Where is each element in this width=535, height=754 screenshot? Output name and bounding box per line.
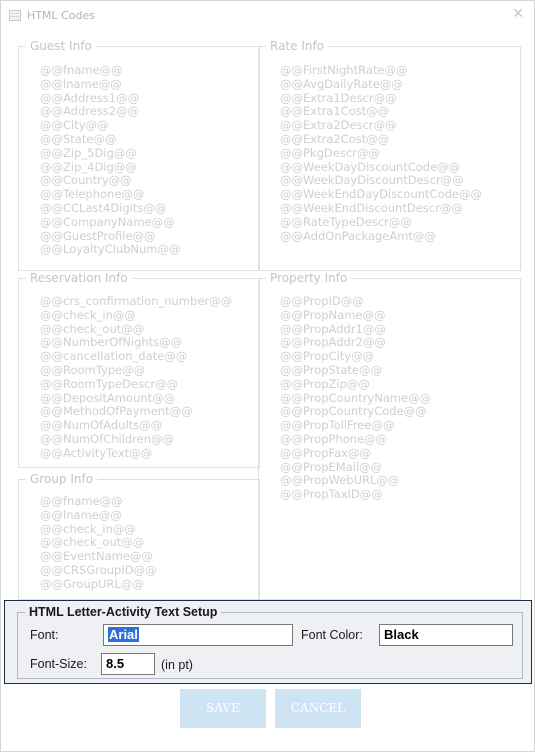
html-code-item: @@PkgDescr@@ (280, 145, 380, 160)
html-code-item: @@PropFax@@ (280, 445, 371, 460)
html-code-item: @@PropAddr1@@ (280, 321, 386, 336)
html-code-item: @@Extra1Descr@@ (280, 90, 397, 105)
html-code-item: @@fname@@ (40, 63, 123, 77)
html-code-item: @@WeekDayDiscountCode@@ (280, 159, 461, 174)
html-code-item: @@PropCity@@ (280, 349, 375, 364)
cancel-button[interactable]: CANCEL (275, 689, 361, 728)
font-size-label: Font-Size: (30, 657, 87, 671)
html-code-item: @@fname@@ (40, 494, 123, 508)
font-color-value: Black (384, 627, 419, 642)
html-code-item: @@PropZip@@ (280, 376, 370, 391)
setup-title: HTML Letter-Activity Text Setup (25, 605, 222, 619)
html-code-item: @@AvgDailyRate@@ (280, 76, 403, 91)
html-code-item: @@Extra2Cost@@ (280, 131, 390, 146)
title-bar: HTML Codes ✕ (1, 1, 534, 31)
guest-info-codes: @@fname@@ @@lname@@ @@Address1@@ @@Address2… (40, 63, 181, 257)
html-code-item: @@Country@@ (40, 173, 132, 188)
html-code-item: @@WeekEndDiscountDescr@@ (280, 200, 463, 215)
rate-info-codes: @@FirstNightRate@@ @@AvgDailyRate@@ @@Extr… (280, 63, 482, 243)
reservation-info-legend: Reservation Info (26, 271, 132, 286)
html-code-item: @@GuestProfile@@ (40, 228, 156, 243)
html-code-item: @@Telephone@@ (40, 187, 145, 202)
font-size-value: 8.5 (106, 656, 125, 671)
html-code-item: @@LoyaltyClubNum@@ (40, 242, 181, 257)
html-code-item: @@DepositAmount@@ (40, 390, 176, 405)
group-info-codes: @@fname@@ @@lname@@ @@check_in@@ @@check_ou… (40, 494, 157, 592)
html-code-item: @@lname@@ (40, 76, 122, 91)
html-code-item: @@WeekDayDiscountDescr@@ (280, 173, 464, 188)
html-code-item: @@Zip_4Dig@@ (40, 159, 137, 174)
font-value: Arial (108, 627, 139, 642)
html-code-item: @@NumOfAdults@@ (40, 418, 163, 433)
window-title: HTML Codes (27, 9, 95, 22)
html-code-item: @@Zip_5Dig@@ (40, 145, 137, 160)
html-code-item: @@cancellation_date@@ (40, 349, 188, 364)
html-code-item: @@WeekEndDayDiscountCode@@ (280, 187, 482, 202)
html-code-item: @@City@@ (40, 118, 109, 133)
save-button[interactable]: SAVE (180, 689, 266, 728)
html-code-item: @@EventName@@ (40, 549, 153, 564)
html-code-item: @@Address1@@ (40, 90, 140, 105)
property-info-codes: @@PropID@@ @@PropName@@ @@PropAddr1@@ @@Pro… (280, 294, 432, 502)
html-code-item: @@check_in@@ (40, 521, 136, 536)
close-icon[interactable]: ✕ (512, 6, 524, 22)
html-code-item: @@PropID@@ (280, 294, 364, 308)
html-code-item: @@PropWebURL@@ (280, 473, 400, 488)
font-color-input[interactable]: Black (379, 624, 513, 646)
html-code-item: @@RoomType@@ (40, 362, 146, 377)
rate-info-legend: Rate Info (266, 39, 329, 54)
app-icon (9, 10, 21, 21)
html-code-item: @@Address2@@ (40, 104, 140, 119)
html-code-item: @@CompanyName@@ (40, 214, 175, 229)
html-code-item: @@PropCountryName@@ (280, 390, 432, 405)
property-info-legend: Property Info (266, 271, 352, 286)
html-code-item: @@AddOnPackageAmt@@ (280, 228, 436, 243)
html-code-item: @@RateTypeDescr@@ (280, 214, 412, 229)
html-code-item: @@PropCountryCode@@ (280, 404, 427, 419)
html-code-item: @@check_out@@ (40, 321, 145, 336)
html-code-item: @@MethodOfPayment@@ (40, 404, 193, 419)
html-codes-dialog: HTML Codes ✕ Guest Info @@fname@@ @@lname… (0, 0, 535, 752)
font-color-label: Font Color: (301, 628, 363, 642)
html-code-item: @@Extra1Cost@@ (280, 104, 390, 119)
reservation-info-codes: @@crs_confirmation_number@@ @@check_in@@ @… (40, 294, 233, 461)
html-code-item: @@NumberOfNights@@ (40, 335, 183, 350)
letter-activity-setup-panel: HTML Letter-Activity Text Setup Font: Ar… (4, 600, 532, 684)
font-label: Font: (30, 628, 59, 642)
group-info-legend: Group Info (26, 472, 98, 487)
html-code-item: @@check_in@@ (40, 307, 136, 322)
font-size-unit: (in pt) (161, 658, 193, 672)
font-input[interactable]: Arial (103, 624, 293, 646)
html-code-item: @@PropAddr2@@ (280, 335, 386, 350)
html-code-item: @@NumOfChildren@@ (40, 431, 175, 446)
html-code-item: @@State@@ (40, 131, 117, 146)
html-code-item: @@PropName@@ (280, 307, 386, 322)
html-code-item: @@PropEMail@@ (280, 459, 383, 474)
html-code-item: @@PropPhone@@ (280, 431, 388, 446)
html-code-item: @@ActivityText@@ (40, 445, 153, 460)
html-code-item: @@Extra2Descr@@ (280, 118, 397, 133)
html-code-item: @@PropTaxID@@ (280, 487, 383, 502)
guest-info-legend: Guest Info (26, 39, 96, 54)
font-size-input[interactable]: 8.5 (101, 653, 155, 675)
html-code-item: @@crs_confirmation_number@@ (40, 294, 233, 308)
html-code-item: @@RoomTypeDescr@@ (40, 376, 179, 391)
html-code-item: @@PropTollFree@@ (280, 418, 395, 433)
html-code-item: @@CRSGroupID@@ (40, 562, 157, 577)
html-code-item: @@GroupURL@@ (40, 576, 144, 591)
html-code-item: @@PropState@@ (280, 362, 382, 377)
html-code-item: @@FirstNightRate@@ (280, 63, 408, 77)
html-code-item: @@lname@@ (40, 507, 122, 522)
html-code-item: @@check_out@@ (40, 535, 145, 550)
html-code-item: @@CCLast4Digits@@ (40, 200, 167, 215)
